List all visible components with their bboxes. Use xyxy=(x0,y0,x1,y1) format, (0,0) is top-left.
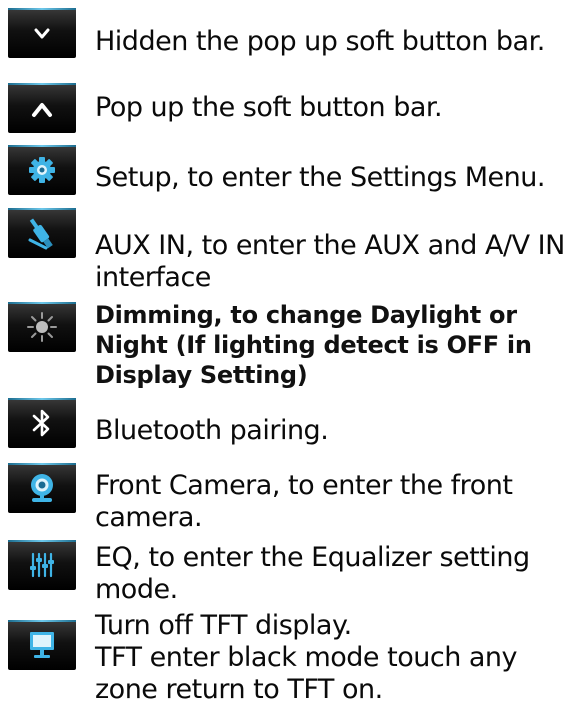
equalizer-icon xyxy=(30,552,54,578)
description-line: Bluetooth pairing. xyxy=(95,415,329,446)
item-description: Hidden the pop up soft button bar. xyxy=(95,26,545,58)
description-line: Setup, to enter the Settings Menu. xyxy=(95,162,545,193)
description-line: Front Camera, to enter the front xyxy=(95,470,513,501)
eq-button xyxy=(8,540,76,590)
item-description: Bluetooth pairing. xyxy=(95,415,329,447)
bluetooth-icon xyxy=(32,409,50,437)
bluetooth-button xyxy=(8,398,76,448)
item-description: EQ, to enter the Equalizer setting mode. xyxy=(95,542,530,606)
description-line: Night (If lighting detect is OFF in xyxy=(95,331,532,359)
chevron-down-icon xyxy=(34,28,50,39)
description-line: zone return to TFT on. xyxy=(95,674,383,705)
front-camera-button xyxy=(8,463,76,513)
description-line: AUX IN, to enter the AUX and A/V IN xyxy=(95,230,565,261)
description-line: Turn off TFT display. xyxy=(95,610,352,641)
description-line: interface xyxy=(95,262,211,293)
aux-in-button xyxy=(8,208,76,258)
monitor-icon xyxy=(30,632,54,658)
aux-plug-icon xyxy=(28,218,53,250)
setup-button xyxy=(8,145,76,195)
hide-bar-button xyxy=(8,8,76,58)
item-description: Dimming, to change Daylight or Night (If… xyxy=(95,300,532,390)
show-bar-button xyxy=(8,83,76,133)
item-description: Turn off TFT display. TFT enter black mo… xyxy=(95,610,518,706)
webcam-icon xyxy=(31,474,53,502)
description-line: camera. xyxy=(95,502,203,533)
sun-icon xyxy=(27,312,57,342)
tft-off-button xyxy=(8,620,76,670)
item-description: Setup, to enter the Settings Menu. xyxy=(95,162,545,194)
item-description: AUX IN, to enter the AUX and A/V IN inte… xyxy=(95,230,565,294)
chevron-up-icon xyxy=(32,103,52,117)
description-line: Dimming, to change Daylight or xyxy=(95,301,517,329)
description-line: Pop up the soft button bar. xyxy=(95,92,443,123)
item-description: Pop up the soft button bar. xyxy=(95,92,443,124)
dimming-button xyxy=(8,302,76,352)
gear-icon xyxy=(29,157,55,183)
description-line: TFT enter black mode touch any xyxy=(95,642,518,673)
description-line: Hidden the pop up soft button bar. xyxy=(95,26,545,57)
description-line: Display Setting) xyxy=(95,361,308,389)
description-line: EQ, to enter the Equalizer setting xyxy=(95,542,530,573)
item-description: Front Camera, to enter the front camera. xyxy=(95,470,513,534)
description-line: mode. xyxy=(95,574,178,605)
